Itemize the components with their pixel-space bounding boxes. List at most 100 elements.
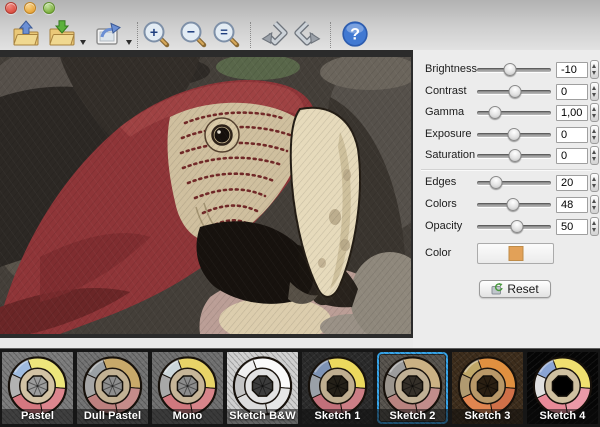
save-button[interactable] xyxy=(48,20,76,48)
help-button[interactable]: ? xyxy=(341,20,369,48)
slider-thumb[interactable] xyxy=(488,106,502,119)
close-window-button[interactable] xyxy=(5,2,17,14)
save-dropdown-caret[interactable] xyxy=(80,40,86,45)
brightness-value-field[interactable]: -10 xyxy=(556,62,588,78)
preset-tile-sketch-1[interactable]: Sketch 1 xyxy=(302,352,373,424)
colors-slider[interactable] xyxy=(477,197,551,213)
edges-stepper[interactable] xyxy=(590,173,599,192)
preset-label: Dull Pastel xyxy=(77,409,148,424)
gamma-label: Gamma xyxy=(425,106,465,118)
gamma-slider[interactable] xyxy=(477,105,551,121)
redo-button[interactable] xyxy=(293,20,321,48)
slider-thumb[interactable] xyxy=(506,198,520,211)
saturation-slider[interactable] xyxy=(477,148,551,164)
question-mark-icon: ? xyxy=(342,21,368,47)
exposure-slider[interactable] xyxy=(477,127,551,143)
color-well-button[interactable] xyxy=(477,243,554,264)
preset-tile-sketch-2[interactable]: Sketch 2 xyxy=(377,352,448,424)
edges-label: Edges xyxy=(425,176,457,188)
slider-thumb[interactable] xyxy=(489,176,502,189)
contrast-label: Contrast xyxy=(425,85,467,97)
export-dropdown-caret[interactable] xyxy=(126,40,132,45)
color-swatch xyxy=(508,246,523,261)
preset-label: Sketch B&W xyxy=(227,409,298,424)
slider-thumb[interactable] xyxy=(503,63,517,76)
svg-text:−: − xyxy=(187,24,195,40)
preset-label: Sketch 3 xyxy=(452,409,523,424)
titlebar-toolbar: + − = ? xyxy=(0,0,600,51)
saturation-value-field[interactable]: 0 xyxy=(556,148,588,164)
undo-button[interactable] xyxy=(261,20,289,48)
brightness-stepper[interactable] xyxy=(590,60,599,79)
redo-arrow-icon xyxy=(294,21,321,46)
parrot-artwork xyxy=(0,57,411,334)
preset-label: Sketch 1 xyxy=(302,409,373,424)
preset-tile-mono[interactable]: Mono xyxy=(152,352,223,424)
edges-value-field[interactable]: 20 xyxy=(556,175,588,191)
gamma-value-field[interactable]: 1,00 xyxy=(556,105,588,121)
exposure-stepper[interactable] xyxy=(590,125,599,144)
colors-value-field[interactable]: 48 xyxy=(556,197,588,213)
undo-arrow-icon xyxy=(261,21,288,46)
preset-label: Mono xyxy=(152,409,223,424)
saturation-stepper[interactable] xyxy=(590,146,599,165)
exposure-label: Exposure xyxy=(425,128,472,140)
brightness-row: Brightness -10 xyxy=(413,60,600,79)
preset-tile-sketch-bw[interactable]: Sketch B&W xyxy=(227,352,298,424)
contrast-stepper[interactable] xyxy=(590,82,599,101)
image-canvas[interactable] xyxy=(0,57,411,334)
opacity-row: Opacity 50 xyxy=(413,217,600,236)
brightness-label: Brightness xyxy=(425,63,477,75)
slider-thumb[interactable] xyxy=(507,128,521,141)
minimize-window-button[interactable] xyxy=(24,2,36,14)
slider-thumb[interactable] xyxy=(508,85,522,98)
preset-label: Pastel xyxy=(2,409,73,424)
magnifier-plus-icon: + xyxy=(143,21,170,48)
saturation-label: Saturation xyxy=(425,149,476,161)
zoom-out-button[interactable]: − xyxy=(179,20,207,48)
reset-icon xyxy=(491,283,504,295)
slider-thumb[interactable] xyxy=(510,220,524,233)
preset-tile-dull-pastel[interactable]: Dull Pastel xyxy=(77,352,148,424)
toolbar-separator xyxy=(250,22,251,48)
svg-text:+: + xyxy=(150,24,158,40)
open-button[interactable] xyxy=(12,20,40,48)
preset-tile-sketch-4[interactable]: Sketch 4 xyxy=(527,352,598,424)
toolbar-separator xyxy=(137,22,138,48)
svg-text:?: ? xyxy=(350,25,360,43)
adjustments-panel: Brightness -10 Contrast 0 Gamma 1,00 Exp… xyxy=(413,50,600,348)
preset-tile-pastel[interactable]: Pastel xyxy=(2,352,73,424)
colors-stepper[interactable] xyxy=(590,195,599,214)
toolbar-separator xyxy=(330,22,331,48)
gamma-stepper[interactable] xyxy=(590,103,599,122)
contrast-value-field[interactable]: 0 xyxy=(556,84,588,100)
reset-button-label: Reset xyxy=(507,282,539,296)
folder-open-up-icon xyxy=(13,20,39,46)
folder-save-down-icon xyxy=(49,20,75,46)
opacity-stepper[interactable] xyxy=(590,217,599,236)
zoom-in-button[interactable]: + xyxy=(142,20,170,48)
export-button[interactable] xyxy=(94,20,122,48)
color-label: Color xyxy=(425,247,452,259)
contrast-row: Contrast 0 xyxy=(413,82,600,101)
brightness-slider[interactable] xyxy=(477,62,551,78)
opacity-slider[interactable] xyxy=(477,219,551,235)
colors-label: Colors xyxy=(425,198,457,210)
reset-button[interactable]: Reset xyxy=(479,280,551,298)
slider-thumb[interactable] xyxy=(508,149,522,162)
app-window: + − = ? Brightness -10 Contrast 0 Gamma … xyxy=(0,0,600,427)
exposure-value-field[interactable]: 0 xyxy=(556,127,588,143)
export-image-icon xyxy=(96,22,121,45)
zoom-actual-size-button[interactable]: = xyxy=(212,20,240,48)
canvas-frame xyxy=(0,50,413,338)
preset-tile-sketch-3[interactable]: Sketch 3 xyxy=(452,352,523,424)
colors-row: Colors 48 xyxy=(413,195,600,214)
preset-label: Sketch 2 xyxy=(377,409,448,424)
svg-text:=: = xyxy=(220,25,228,40)
opacity-value-field[interactable]: 50 xyxy=(556,219,588,235)
gamma-row: Gamma 1,00 xyxy=(413,103,600,122)
zoom-window-button[interactable] xyxy=(43,2,55,14)
saturation-row: Saturation 0 xyxy=(413,146,600,165)
edges-slider[interactable] xyxy=(477,175,551,191)
contrast-slider[interactable] xyxy=(477,84,551,100)
